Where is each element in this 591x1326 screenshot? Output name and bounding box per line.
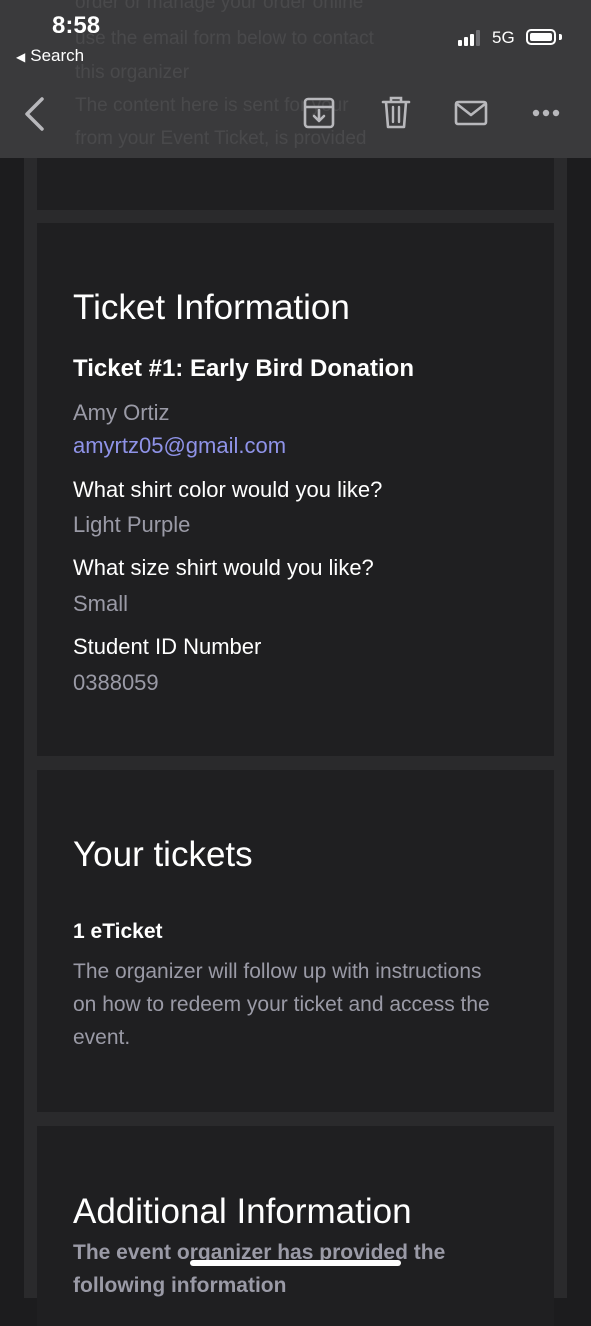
mail-icon[interactable] [454, 100, 488, 126]
trash-icon[interactable] [381, 96, 411, 130]
more-icon[interactable] [532, 106, 560, 120]
additional-information-text: The event organizer has provided the fol… [73, 1241, 446, 1297]
status-time: 8:58 [52, 12, 101, 39]
additional-information-heading: Additional Information [73, 1192, 412, 1231]
your-tickets-heading: Your tickets [73, 835, 253, 874]
ticket-information-card: Ticket Information Ticket #1: Early Bird… [37, 223, 554, 756]
question-shirt-size: What size shirt would you like? [73, 555, 374, 580]
ticket-information-heading: Ticket Information [73, 288, 350, 327]
battery-tip [559, 34, 562, 40]
question-shirt-color: What shirt color would you like? [73, 477, 383, 502]
eticket-description: The organizer will follow up with instru… [73, 960, 490, 1049]
archive-icon[interactable] [303, 97, 335, 129]
attendee-name: Amy Ortiz [73, 400, 170, 425]
background-text-line: order or manage your order online [75, 0, 364, 13]
answer-shirt-color: Light Purple [73, 512, 191, 537]
back-triangle-icon: ◀ [16, 50, 26, 64]
home-indicator[interactable] [190, 1260, 401, 1266]
battery-icon [526, 29, 556, 45]
answer-student-id: 0388059 [73, 670, 159, 695]
question-student-id: Student ID Number [73, 634, 262, 659]
back-to-search-link[interactable]: ◀ Search [16, 46, 84, 66]
background-text-line: use the email form below to contact [75, 28, 374, 49]
additional-information-card: Additional Information The event organiz… [37, 1126, 554, 1326]
attendee-email-link[interactable]: amyrtz05@gmail.com [73, 433, 286, 459]
your-tickets-card: Your tickets 1 eTicket The organizer wil… [37, 770, 554, 1112]
ticket-title: Ticket #1: Early Bird Donation [73, 355, 414, 382]
background-text-line: this organizer [75, 62, 190, 83]
signal-icon [458, 30, 480, 46]
network-type: 5G [492, 28, 515, 47]
background-text-line: from your Event Ticket, is provided [75, 128, 367, 149]
eticket-count: 1 eTicket [73, 920, 163, 943]
previous-section-card [37, 150, 554, 210]
answer-shirt-size: Small [73, 591, 129, 616]
back-app-label: Search [30, 46, 85, 65]
mail-header: order or manage your order online use th… [0, 0, 591, 158]
chevron-left-icon[interactable] [22, 96, 48, 132]
